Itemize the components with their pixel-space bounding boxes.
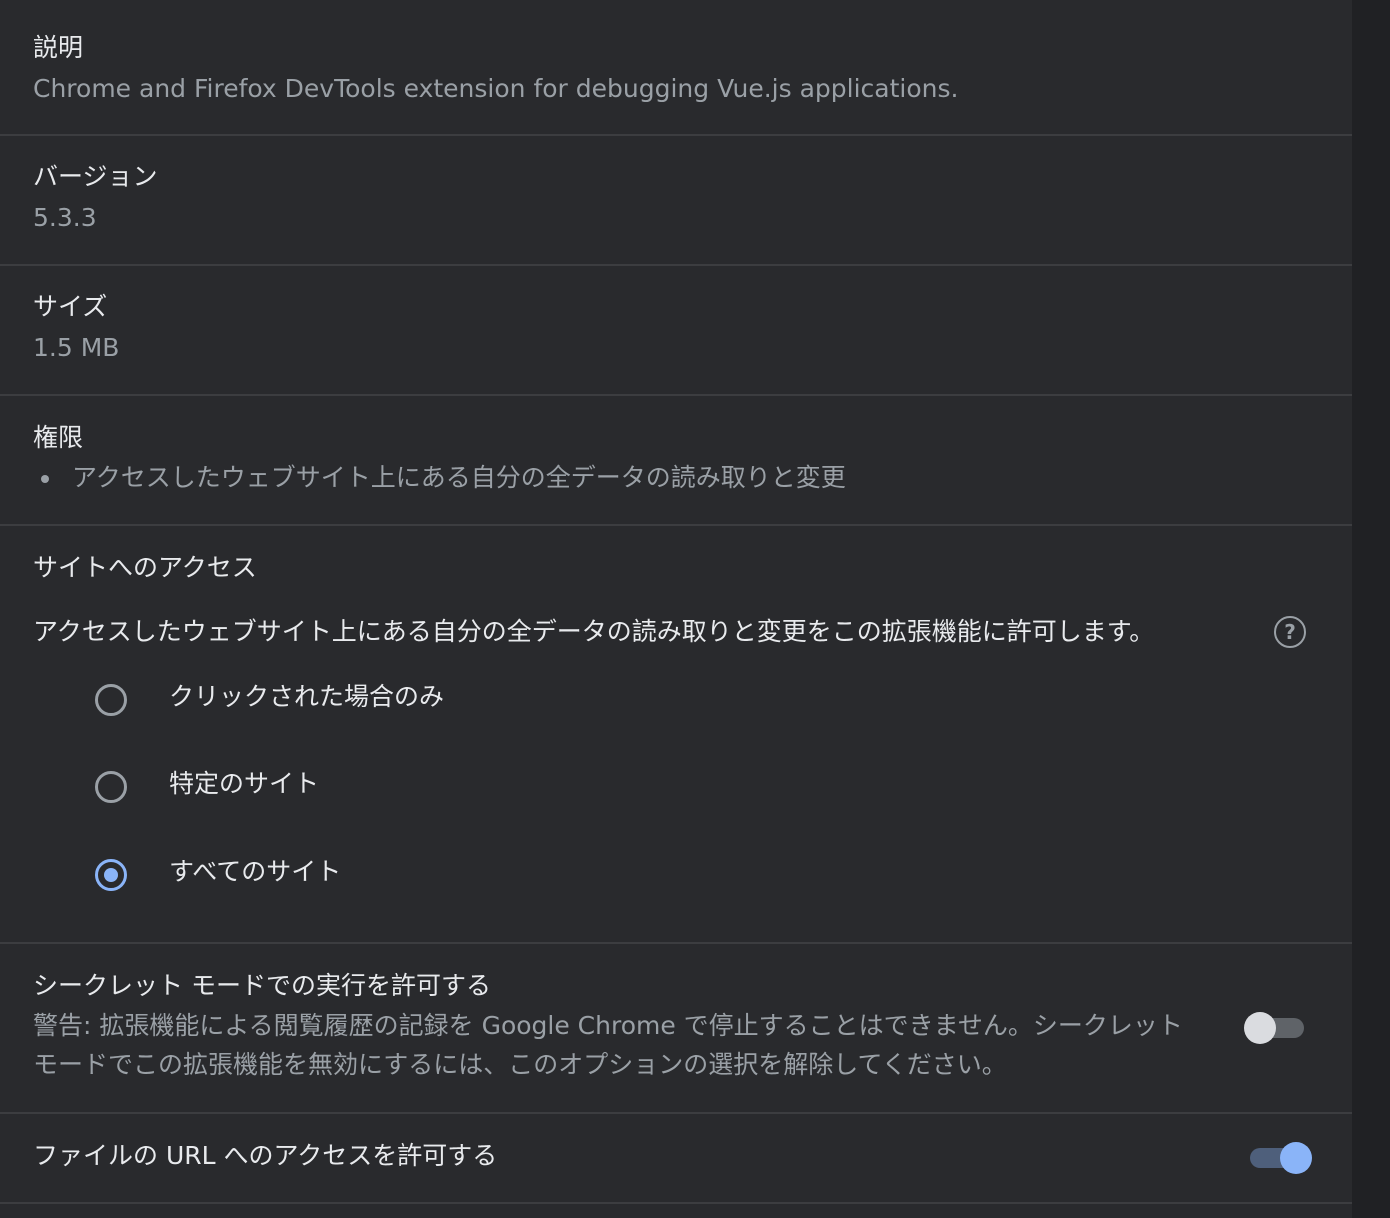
incognito-section: シークレット モードでの実行を許可する 警告: 拡張機能による閲覧履歴の記録を … [0, 944, 1352, 1114]
permissions-section: 権限 アクセスしたウェブサイト上にある自分の全データの読み取りと変更 [0, 396, 1352, 526]
toggle-thumb [1244, 1012, 1276, 1044]
radio-button-specific-sites[interactable] [95, 771, 127, 803]
version-section: バージョン 5.3.3 [0, 136, 1352, 266]
help-circle-icon[interactable]: ? [1274, 616, 1306, 648]
size-section: サイズ 1.5 MB [0, 266, 1352, 396]
incognito-warning-line2: モードでこの拡張機能を無効にするには、このオプションの選択を解除してください。 [33, 1050, 1007, 1079]
file-urls-toggle[interactable] [1246, 1141, 1312, 1175]
site-access-description: アクセスしたウェブサイト上にある自分の全データの読み取りと変更をこの拡張機能に許… [33, 617, 1155, 646]
size-value: 1.5 MB [33, 333, 120, 362]
description-text: Chrome and Firefox DevTools extension fo… [33, 74, 959, 103]
incognito-toggle[interactable] [1244, 1011, 1308, 1045]
radio-label-all-sites: すべてのサイト [169, 857, 342, 886]
size-title: サイズ [33, 292, 108, 321]
radio-specific-sites[interactable]: 特定のサイト [95, 768, 695, 808]
radio-button-all-sites[interactable] [95, 859, 127, 891]
radio-on-click[interactable]: クリックされた場合のみ [95, 681, 695, 721]
right-gutter [1352, 0, 1390, 1218]
version-title: バージョン [33, 162, 158, 191]
site-access-title: サイトへのアクセス [33, 553, 257, 582]
permissions-title: 権限 [33, 423, 84, 452]
permission-item: アクセスしたウェブサイト上にある自分の全データの読み取りと変更 [72, 463, 846, 492]
bullet-dot-icon [41, 475, 49, 483]
description-title: 説明 [33, 33, 84, 62]
incognito-warning-line1: 警告: 拡張機能による閲覧履歴の記録を Google Chrome で停止するこ… [33, 1011, 1183, 1040]
file-urls-title: ファイルの URL へのアクセスを許可する [33, 1141, 498, 1170]
toggle-thumb [1280, 1142, 1312, 1174]
radio-all-sites[interactable]: すべてのサイト [95, 856, 695, 896]
radio-label-specific-sites: 特定のサイト [169, 769, 320, 798]
radio-button-on-click[interactable] [95, 684, 127, 716]
extension-details-panel: 説明 Chrome and Firefox DevTools extension… [0, 0, 1352, 1218]
description-section: 説明 Chrome and Firefox DevTools extension… [0, 0, 1352, 136]
radio-label-on-click: クリックされた場合のみ [169, 682, 445, 711]
file-urls-section: ファイルの URL へのアクセスを許可する [0, 1114, 1352, 1204]
incognito-title: シークレット モードでの実行を許可する [33, 971, 491, 1000]
version-value: 5.3.3 [33, 203, 97, 232]
